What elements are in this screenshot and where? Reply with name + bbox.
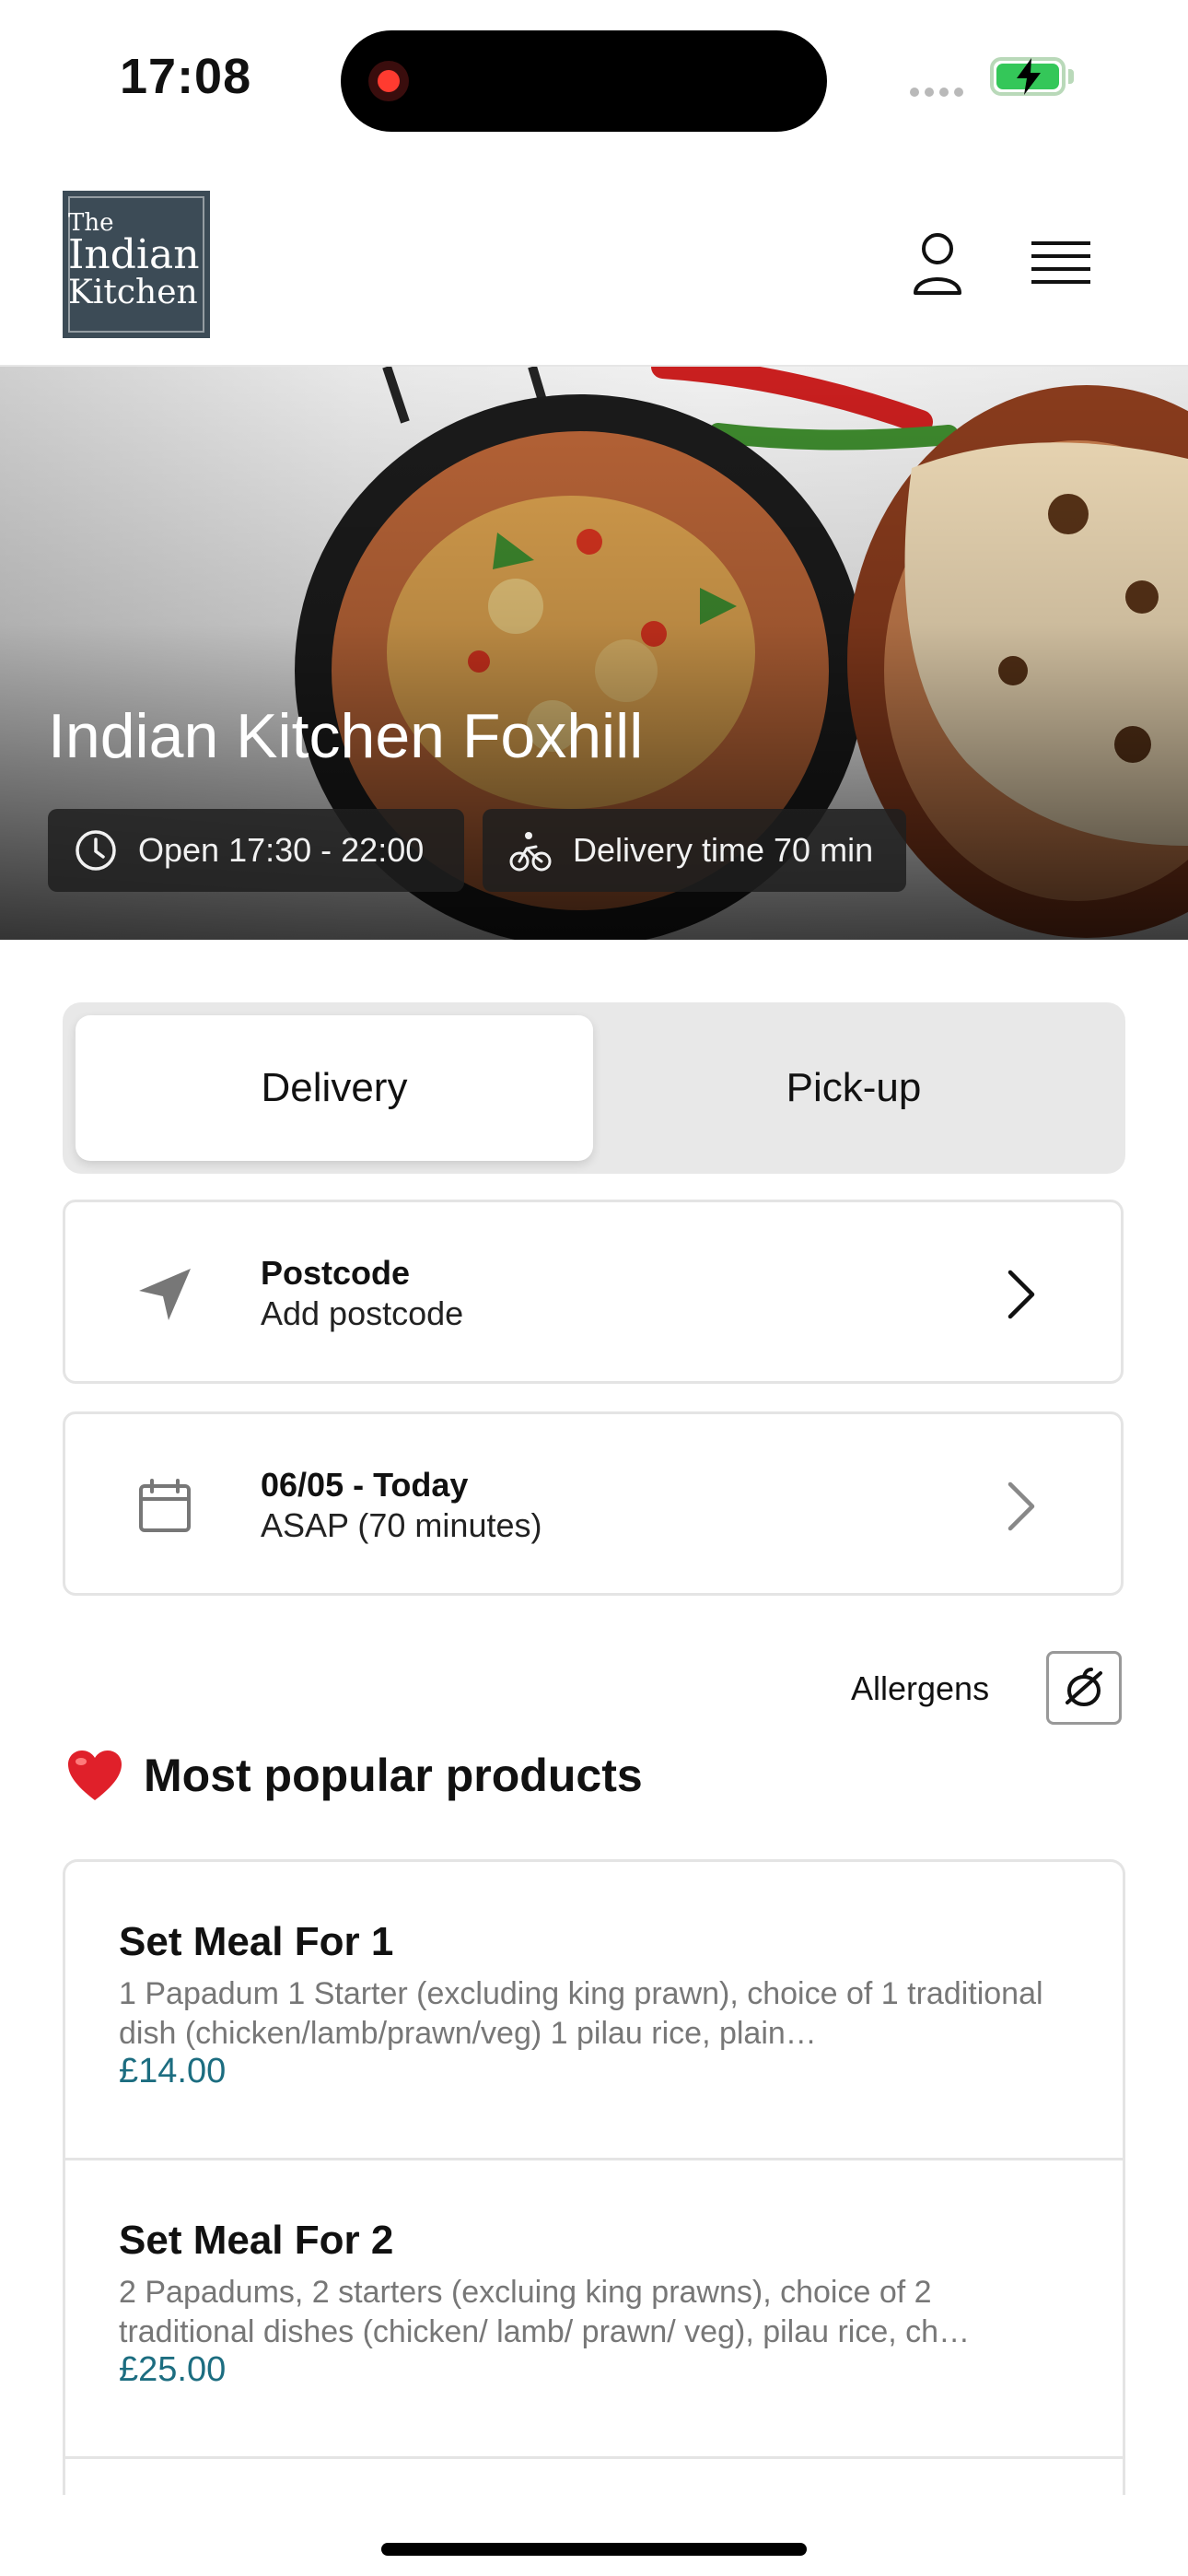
location-arrow-icon <box>139 1269 191 1320</box>
user-account-icon[interactable] <box>912 230 963 297</box>
recording-indicator-icon <box>368 61 409 101</box>
product-price: £25.00 <box>119 2350 227 2389</box>
popular-title-text: Most popular products <box>144 1750 643 1801</box>
popular-products-list: Set Meal For 1 1 Papadum 1 Starter (excl… <box>63 1859 1125 2495</box>
opening-hours-badge: Open 17:30 - 22:00 <box>48 809 464 892</box>
logo-line-indian: Indian <box>68 231 200 278</box>
signal-icon <box>910 85 969 101</box>
chevron-right-icon <box>1007 1270 1035 1319</box>
postcode-value: Add postcode <box>261 1294 464 1332</box>
allergen-filter-icon <box>1066 1668 1102 1706</box>
app-header: The Indian Kitchen <box>0 157 1188 367</box>
bicycle-courier-icon <box>509 832 552 872</box>
status-bar: 17:08 <box>0 0 1188 157</box>
order-mode-toggle: Delivery Pick-up <box>63 1002 1125 1174</box>
restaurant-logo[interactable]: The Indian Kitchen <box>63 191 210 338</box>
hero-banner: Indian Kitchen Foxhill Open 17:30 - 22:0… <box>0 367 1188 940</box>
product-name: Set Meal For 1 <box>119 1919 394 1964</box>
chevron-right-icon <box>1007 1481 1035 1531</box>
restaurant-name: Indian Kitchen Foxhill <box>48 701 644 771</box>
opening-hours-text: Open 17:30 - 22:00 <box>138 831 425 869</box>
hamburger-menu-icon[interactable] <box>1031 238 1090 289</box>
delivery-time-selector[interactable]: 06/05 - Today ASAP (70 minutes) <box>63 1411 1124 1596</box>
charging-bolt-icon <box>1017 58 1041 95</box>
delivery-tab[interactable]: Delivery <box>76 1015 593 1161</box>
product-price: £14.00 <box>119 2052 227 2090</box>
calendar-icon <box>139 1479 191 1532</box>
battery-cap <box>1068 69 1074 84</box>
pickup-tab[interactable]: Pick-up <box>595 1015 1112 1161</box>
product-card[interactable]: Set Meal For 2 2 Papadums, 2 starters (e… <box>65 2160 1123 2459</box>
product-card[interactable]: Set Meal For 1 1 Papadum 1 Starter (excl… <box>65 1862 1123 2160</box>
clock-icon <box>76 830 116 871</box>
date-title: 06/05 - Today <box>261 1466 469 1504</box>
postcode-selector[interactable]: Postcode Add postcode <box>63 1200 1124 1384</box>
product-name: Set Meal For 2 <box>119 2218 394 2263</box>
home-indicator[interactable] <box>381 2543 807 2556</box>
dynamic-island <box>341 30 827 132</box>
delivery-time-text: Delivery time 70 min <box>573 831 874 869</box>
time-value: ASAP (70 minutes) <box>261 1506 542 1544</box>
allergens-button[interactable] <box>1046 1651 1122 1725</box>
delivery-time-badge: Delivery time 70 min <box>483 809 906 892</box>
postcode-title: Postcode <box>261 1254 411 1292</box>
status-time: 17:08 <box>120 49 252 104</box>
popular-section-title: Most popular products <box>66 1749 643 1802</box>
allergens-label[interactable]: Allergens <box>851 1669 989 1708</box>
product-description: 1 Papadum 1 Starter (excluding king praw… <box>119 1976 1043 2051</box>
product-description: 2 Papadums, 2 starters (excluing king pr… <box>119 2275 971 2349</box>
heart-icon <box>68 1751 122 1800</box>
logo-line-kitchen: Kitchen <box>68 274 198 311</box>
